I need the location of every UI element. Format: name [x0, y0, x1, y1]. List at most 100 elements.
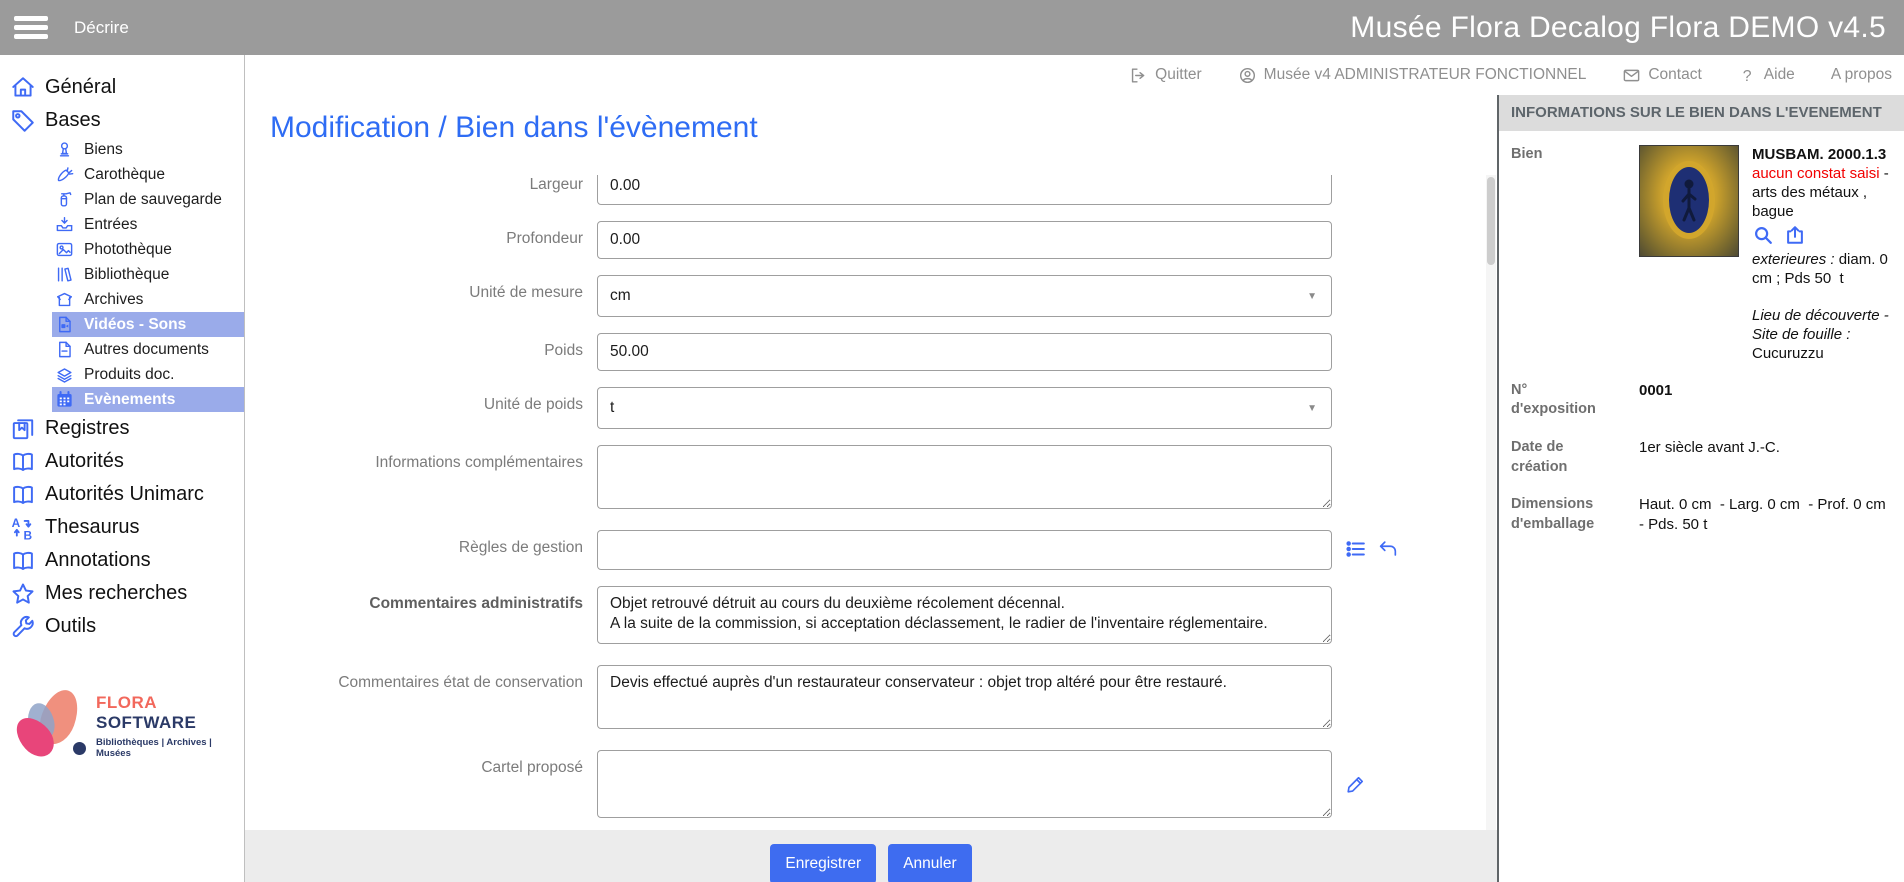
panel-row-value: 0001 — [1639, 381, 1894, 420]
form-row-unite-poids: Unité de poidst▼ — [245, 387, 1497, 429]
sidebar-item-biens[interactable]: Biens — [52, 137, 244, 162]
sidebar-item-label: Mes recherches — [45, 582, 187, 605]
form-row-unite-mesure: Unité de mesurecm▼ — [245, 275, 1497, 317]
pencil-icon[interactable] — [1345, 773, 1367, 795]
paper-stack-icon — [55, 365, 74, 384]
sidebar-item-plan-sauvegarde[interactable]: Plan de sauvegarde — [52, 187, 244, 212]
sidebar-item-label: Biens — [84, 141, 123, 159]
field-icons — [1345, 538, 1399, 560]
sidebar-item-label: Annotations — [45, 549, 151, 572]
save-button[interactable]: Enregistrer — [770, 844, 876, 882]
undo-icon[interactable] — [1377, 538, 1399, 560]
sidebar-item-autorites[interactable]: Autorités — [0, 445, 244, 478]
sidebar-item-videos-sons[interactable]: Vidéos - Sons — [52, 312, 244, 337]
form-scrollbar[interactable] — [1486, 175, 1496, 830]
sidebar-item-bibliotheque[interactable]: Bibliothèque — [52, 262, 244, 287]
panel-row-value: Haut. 0 cm - Larg. 0 cm - Prof. 0 cm - P… — [1639, 495, 1894, 534]
sidebar-item-bases[interactable]: Bases — [0, 104, 244, 137]
archive-box-icon — [55, 290, 74, 309]
video-file-icon — [55, 315, 74, 334]
poids-input[interactable] — [597, 333, 1332, 371]
field-label-unite-poids: Unité de poids — [245, 387, 597, 414]
statue-icon — [55, 140, 74, 159]
form-row-regles-gestion: Règles de gestion — [245, 530, 1497, 570]
util-user[interactable]: Musée v4 ADMINISTRATEUR FONCTIONNEL — [1238, 66, 1587, 85]
panel-row-value: 1er siècle avant J.-C. — [1639, 438, 1894, 477]
cartel-propose-textarea[interactable] — [597, 750, 1332, 818]
sidebar-item-archives[interactable]: Archives — [52, 287, 244, 312]
sidebar-item-mes-recherches[interactable]: Mes recherches — [0, 577, 244, 610]
informations-complementaires-textarea[interactable] — [597, 445, 1332, 509]
cancel-button[interactable]: Annuler — [888, 844, 971, 882]
panel-row: Dimensions d'emballageHaut. 0 cm - Larg.… — [1511, 495, 1894, 534]
sidebar-item-evenements[interactable]: Evènements — [52, 387, 244, 412]
open-book-icon — [10, 482, 36, 508]
commentaires-etat-conservation-textarea[interactable] — [597, 665, 1332, 729]
regles-gestion-input[interactable] — [597, 530, 1332, 570]
photo-icon — [55, 240, 74, 259]
field-icons — [1345, 773, 1367, 795]
sidebar-item-carotheque[interactable]: Carothèque — [52, 162, 244, 187]
star-icon — [10, 581, 36, 607]
sidebar-item-annotations[interactable]: Annotations — [0, 544, 244, 577]
sidebar-item-label: Autres documents — [84, 341, 209, 359]
field-label-profondeur: Profondeur — [245, 221, 597, 248]
sidebar-item-label: Produits doc. — [84, 366, 174, 384]
unite-poids-select[interactable]: t▼ — [597, 387, 1332, 429]
field-label-poids: Poids — [245, 333, 597, 360]
home-icon — [10, 75, 36, 101]
user-icon — [1238, 66, 1257, 85]
commentaires-administratifs-textarea[interactable] — [597, 586, 1332, 644]
sidebar-item-produits-doc[interactable]: Produits doc. — [52, 362, 244, 387]
form-row-largeur: Largeur — [245, 175, 1497, 205]
search-icon[interactable] — [1752, 224, 1774, 246]
hamburger-menu-icon[interactable] — [14, 12, 50, 44]
flora-app: Décrire Musée Flora Decalog Flora DEMO v… — [0, 0, 1904, 882]
sidebar-item-registres[interactable]: Registres — [0, 412, 244, 445]
util-quitter[interactable]: Quitter — [1129, 66, 1202, 85]
util-label: Musée v4 ADMINISTRATEUR FONCTIONNEL — [1264, 66, 1587, 84]
ring-gem — [1663, 161, 1715, 239]
sidebar-item-autorites-unimarc[interactable]: Autorités Unimarc — [0, 478, 244, 511]
sidebar-item-phototheque[interactable]: Photothèque — [52, 237, 244, 262]
svg-text:A: A — [12, 515, 21, 529]
sidebar-item-label: Bases — [45, 109, 101, 132]
sidebar-item-thesaurus[interactable]: ABThesaurus — [0, 511, 244, 544]
info-panel-header: INFORMATIONS SUR LE BIEN DANS L'EVENEMEN… — [1499, 95, 1904, 131]
sidebar-item-entrees[interactable]: Entrées — [52, 212, 244, 237]
largeur-input[interactable] — [597, 175, 1332, 205]
sidebar-item-general[interactable]: Général — [0, 71, 244, 104]
util-aide[interactable]: ?Aide — [1738, 66, 1795, 85]
util-apropos[interactable]: A propos — [1831, 66, 1892, 84]
document-icon — [55, 340, 74, 359]
core-sample-icon — [55, 165, 74, 184]
page-title: Modification / Bien dans l'évènement — [270, 111, 1497, 145]
list-icon[interactable] — [1345, 538, 1367, 560]
wrench-icon — [10, 614, 36, 640]
sidebar: Général Bases Biens CarothèquePlan de sauve… — [0, 55, 245, 882]
dims-ext-label: exterieures : — [1752, 251, 1835, 268]
sidebar-item-autres-documents[interactable]: Autres documents — [52, 337, 244, 362]
profondeur-input[interactable] — [597, 221, 1332, 259]
field-label-largeur: Largeur — [245, 175, 597, 194]
action-bar: Enregistrer Annuler — [245, 830, 1497, 882]
topbar: Décrire Musée Flora Decalog Flora DEMO v… — [0, 0, 1904, 55]
bien-thumbnail[interactable] — [1639, 145, 1739, 257]
books-icon — [55, 265, 74, 284]
util-contact[interactable]: Contact — [1622, 66, 1701, 85]
unite-mesure-select[interactable]: cm▼ — [597, 275, 1332, 317]
sidebar-item-outils[interactable]: Outils — [0, 610, 244, 643]
open-book-icon — [10, 548, 36, 574]
export-icon[interactable] — [1784, 224, 1806, 246]
panel-row-label: N° d'exposition — [1511, 381, 1639, 420]
sidebar-item-label: Thesaurus — [45, 516, 140, 539]
util-label: Aide — [1764, 66, 1795, 84]
inbox-icon — [55, 215, 74, 234]
scrollbar-thumb[interactable] — [1487, 177, 1495, 265]
chevron-down-icon: ▼ — [1307, 403, 1317, 414]
field-label-informations-complementaires: Informations complémentaires — [245, 445, 597, 472]
panel-row-label: Date de création — [1511, 438, 1639, 477]
form-row-commentaires-administratifs: Commentaires administratifs — [245, 586, 1497, 649]
brand-tagline: Bibliothèques | Archives | Musées — [96, 737, 244, 759]
flora-logo: FLORA SOFTWARE Bibliothèques | Archives … — [16, 689, 244, 763]
